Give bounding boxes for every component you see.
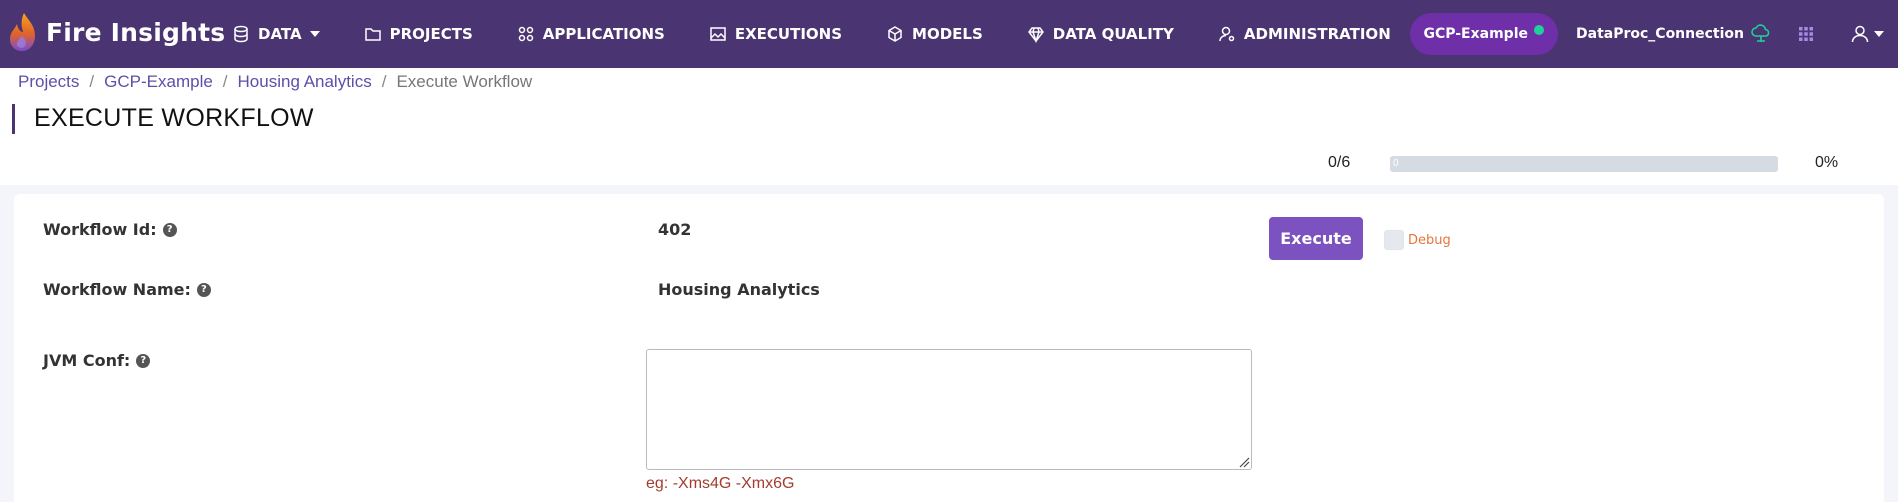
nav-item-label: ADMINISTRATION [1243, 25, 1391, 43]
progress-bar-fill: 0 [1393, 158, 1399, 169]
progress-percent: 0% [1815, 154, 1839, 171]
execute-button[interactable]: Execute [1269, 217, 1363, 260]
nav-item-label: PROJECTS [389, 25, 473, 43]
resize-handle-icon[interactable] [1238, 456, 1250, 468]
nav-item-executions[interactable]: EXECUTIONS [709, 25, 842, 43]
breadcrumb-separator: / [222, 72, 228, 91]
workflow-name-label-text: Workflow Name: [43, 280, 191, 299]
main-nav: DATA PROJECTS APPLICATIONS EXECUTIONS MO… [232, 0, 1435, 68]
workflow-name-value: Housing Analytics [658, 280, 820, 299]
nav-item-data[interactable]: DATA [232, 25, 320, 43]
apps-icon [518, 26, 533, 42]
debug-toggle[interactable]: Debug [1384, 230, 1451, 250]
database-icon [234, 25, 248, 43]
debug-checkbox[interactable] [1384, 230, 1404, 250]
breadcrumb: Projects / GCP-Example / Housing Analyti… [18, 72, 532, 92]
user-icon [1851, 25, 1869, 43]
jvm-conf-hint: eg: -Xms4G -Xmx6G [646, 475, 795, 492]
nav-item-label: APPLICATIONS [542, 25, 665, 43]
nav-item-label: MODELS [912, 25, 983, 43]
workflow-id-label-text: Workflow Id: [43, 220, 157, 239]
nav-right: GCP-Example DataProc_Connection [1410, 0, 1884, 68]
progress-count: 0/6 [1328, 154, 1351, 171]
brand-logo[interactable]: Fire Insights [8, 10, 225, 54]
connection-name: DataProc_Connection [1576, 26, 1744, 42]
breadcrumb-current: Execute Workflow [396, 72, 533, 91]
breadcrumb-separator: / [89, 72, 95, 91]
cloud-icon [1751, 24, 1770, 42]
help-icon[interactable]: ? [162, 222, 177, 237]
nav-item-label: DATA QUALITY [1052, 25, 1174, 43]
workflow-id-value: 402 [658, 220, 692, 239]
connection-selector[interactable]: DataProc_Connection [1576, 24, 1772, 44]
project-name: GCP-Example [1423, 26, 1528, 42]
project-selector[interactable]: GCP-Example [1410, 13, 1558, 55]
help-icon[interactable]: ? [196, 282, 211, 297]
user-menu[interactable] [1850, 24, 1884, 44]
status-online-dot [1534, 25, 1544, 35]
nav-item-models[interactable]: MODELS [886, 25, 983, 43]
workflow-id-label: Workflow Id: ? [43, 220, 177, 239]
top-navbar: Fire Insights DATA PROJECTS APPLICATIONS… [0, 0, 1898, 68]
progress-bar: 0 [1390, 156, 1778, 172]
nav-item-applications[interactable]: APPLICATIONS [517, 25, 665, 43]
breadcrumb-project[interactable]: GCP-Example [104, 72, 213, 92]
debug-label: Debug [1408, 232, 1451, 248]
workflow-name-label: Workflow Name: ? [43, 280, 211, 299]
nav-item-label: DATA [258, 25, 302, 43]
nav-item-label: EXECUTIONS [734, 25, 843, 43]
nav-item-data-quality[interactable]: DATA QUALITY [1027, 25, 1174, 43]
diamond-icon [1027, 27, 1044, 43]
nav-item-administration[interactable]: ADMINISTRATION [1218, 25, 1391, 43]
page-header: Projects / GCP-Example / Housing Analyti… [0, 68, 1898, 185]
execute-form-card: Workflow Id: ? 402 Execute Debug Workflo… [14, 194, 1884, 502]
image-icon [710, 27, 726, 41]
caret-down-icon [309, 31, 320, 37]
breadcrumb-workflow[interactable]: Housing Analytics [238, 72, 372, 92]
breadcrumb-projects[interactable]: Projects [18, 72, 79, 92]
page-title: EXECUTE WORKFLOW [34, 104, 314, 132]
cube-icon [888, 26, 902, 42]
jvm-conf-label-text: JVM Conf: [43, 351, 131, 370]
apps-grid-icon[interactable] [1798, 26, 1814, 42]
jvm-conf-input[interactable] [646, 349, 1252, 470]
jvm-conf-label: JVM Conf: ? [43, 351, 151, 370]
user-gear-icon [1219, 26, 1235, 42]
title-accent-bar [12, 104, 15, 134]
breadcrumb-separator: / [381, 72, 387, 91]
help-icon[interactable]: ? [136, 353, 151, 368]
caret-down-icon [1874, 31, 1884, 37]
brand-name: Fire Insights [46, 17, 226, 47]
flame-logo-icon [10, 13, 35, 51]
nav-item-projects[interactable]: PROJECTS [364, 25, 473, 43]
folder-icon [364, 28, 381, 41]
